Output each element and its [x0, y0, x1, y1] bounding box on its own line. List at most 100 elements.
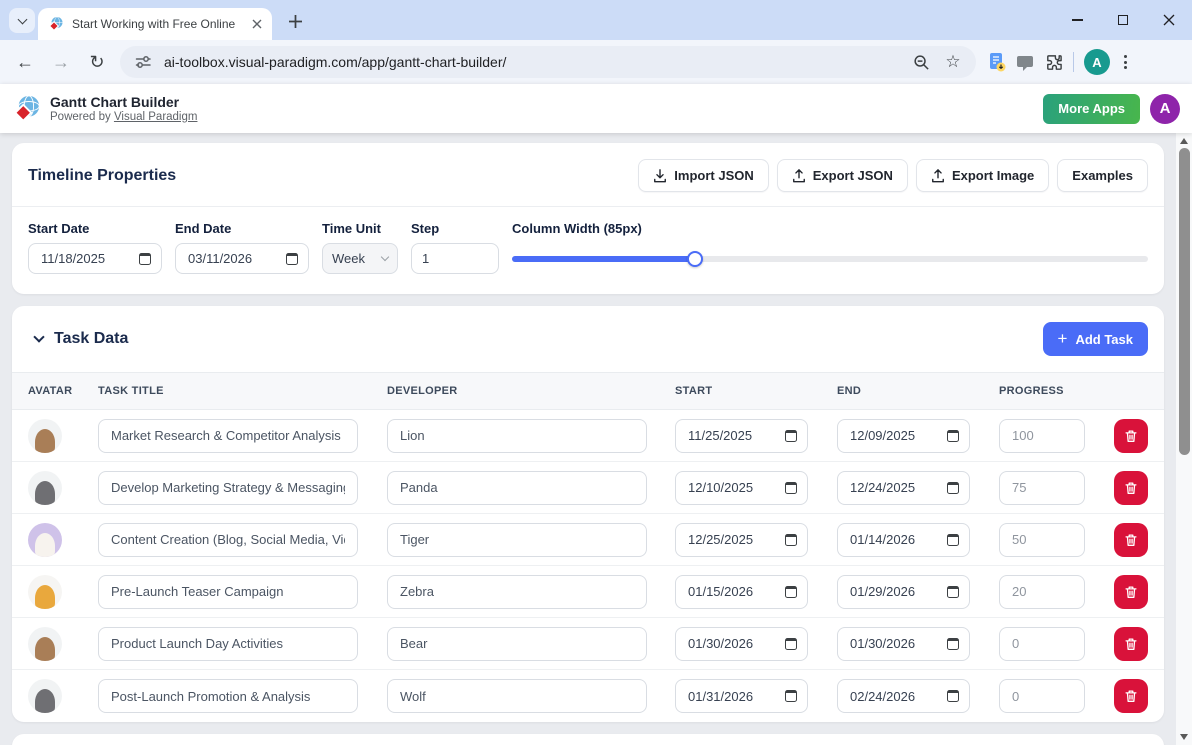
start-date-input[interactable]: 01/15/2026 — [675, 575, 808, 609]
calendar-icon[interactable] — [785, 482, 797, 494]
trash-icon — [1123, 688, 1139, 704]
end-date-input[interactable]: 01/14/2026 — [837, 523, 970, 557]
timeline-start-date-input[interactable]: 11/18/2025 — [28, 243, 162, 274]
calendar-icon[interactable] — [947, 638, 959, 650]
step-input[interactable] — [411, 243, 499, 274]
end-date-input[interactable]: 12/24/2025 — [837, 471, 970, 505]
delete-task-button[interactable] — [1114, 419, 1148, 453]
column-width-slider[interactable] — [512, 243, 1148, 274]
reload-button[interactable]: ↻ — [80, 45, 114, 79]
address-bar[interactable]: ai-toolbox.visual-paradigm.com/app/gantt… — [120, 46, 976, 78]
add-task-button[interactable]: + Add Task — [1043, 322, 1149, 356]
slider-thumb[interactable] — [687, 251, 703, 267]
scrollbar-up-arrow[interactable] — [1180, 138, 1188, 144]
task-avatar — [28, 471, 62, 505]
start-date-input[interactable]: 11/25/2025 — [675, 419, 808, 453]
calendar-icon[interactable] — [947, 586, 959, 598]
zoom-out-icon[interactable] — [910, 54, 932, 71]
import-json-button[interactable]: Import JSON — [638, 159, 768, 192]
calendar-icon[interactable] — [286, 253, 298, 265]
trash-icon — [1123, 584, 1139, 600]
start-date-input[interactable]: 12/25/2025 — [675, 523, 808, 557]
task-title-input[interactable] — [98, 471, 358, 505]
progress-input[interactable] — [999, 679, 1085, 713]
task-title-input[interactable] — [98, 575, 358, 609]
tab-search-button[interactable] — [9, 8, 35, 33]
start-date-value: 01/15/2026 — [688, 584, 785, 599]
start-date-input[interactable]: 01/31/2026 — [675, 679, 808, 713]
end-date-input[interactable]: 01/30/2026 — [837, 627, 970, 661]
calendar-icon[interactable] — [139, 253, 151, 265]
column-header-progress: PROGRESS — [999, 385, 1114, 397]
delete-task-button[interactable] — [1114, 575, 1148, 609]
delete-task-button[interactable] — [1114, 627, 1148, 661]
window-close-button[interactable] — [1146, 0, 1192, 40]
more-apps-button[interactable]: More Apps — [1043, 94, 1140, 124]
timeline-end-date-input[interactable]: 03/11/2026 — [175, 243, 309, 274]
window-minimize-button[interactable] — [1054, 0, 1100, 40]
collapse-section-button[interactable] — [28, 328, 50, 350]
delete-task-button[interactable] — [1114, 523, 1148, 557]
window-maximize-button[interactable] — [1100, 0, 1146, 40]
back-button[interactable]: ← — [8, 45, 42, 79]
task-row: 01/15/2026 01/29/2026 — [12, 566, 1164, 618]
progress-input[interactable] — [999, 575, 1085, 609]
chat-icon[interactable] — [1016, 53, 1034, 71]
forward-button[interactable]: → — [44, 45, 78, 79]
user-avatar[interactable]: A — [1150, 94, 1180, 124]
task-title-input[interactable] — [98, 419, 358, 453]
browser-tab[interactable]: Start Working with Free Online — [38, 8, 272, 40]
visual-paradigm-link[interactable]: Visual Paradigm — [114, 111, 198, 123]
developer-input[interactable] — [387, 575, 647, 609]
task-title-input[interactable] — [98, 679, 358, 713]
calendar-icon[interactable] — [947, 534, 959, 546]
task-title-input[interactable] — [98, 627, 358, 661]
progress-input[interactable] — [999, 627, 1085, 661]
avatar-animal — [35, 585, 55, 609]
timeline-properties-title: Timeline Properties — [28, 167, 176, 185]
calendar-icon[interactable] — [947, 690, 959, 702]
delete-task-button[interactable] — [1114, 679, 1148, 713]
examples-button[interactable]: Examples — [1057, 159, 1148, 192]
developer-input[interactable] — [387, 679, 647, 713]
calendar-icon[interactable] — [785, 690, 797, 702]
end-date-input[interactable]: 01/29/2026 — [837, 575, 970, 609]
browser-toolbar: ← → ↻ ai-toolbox.visual-paradigm.com/app… — [0, 40, 1192, 84]
developer-input[interactable] — [387, 419, 647, 453]
progress-input[interactable] — [999, 471, 1085, 505]
bookmark-star-icon[interactable]: ☆ — [942, 52, 964, 72]
site-settings-icon[interactable] — [132, 54, 154, 70]
scrollbar-down-arrow[interactable] — [1180, 734, 1188, 740]
delete-task-button[interactable] — [1114, 471, 1148, 505]
tab-close-button[interactable] — [252, 19, 262, 29]
developer-input[interactable] — [387, 627, 647, 661]
progress-input[interactable] — [999, 523, 1085, 557]
progress-input[interactable] — [999, 419, 1085, 453]
extensions-puzzle-icon[interactable] — [1044, 53, 1063, 72]
scrollbar-thumb[interactable] — [1179, 148, 1190, 455]
browser-profile-avatar[interactable]: A — [1084, 49, 1110, 75]
examples-label: Examples — [1072, 168, 1133, 183]
end-date-input[interactable]: 12/09/2025 — [837, 419, 970, 453]
calendar-icon[interactable] — [947, 482, 959, 494]
new-tab-button[interactable] — [284, 10, 306, 32]
start-date-input[interactable]: 01/30/2026 — [675, 627, 808, 661]
task-title-input[interactable] — [98, 523, 358, 557]
trash-icon — [1123, 480, 1139, 496]
browser-menu-icon[interactable] — [1120, 51, 1131, 73]
end-date-input[interactable]: 02/24/2026 — [837, 679, 970, 713]
calendar-icon[interactable] — [785, 586, 797, 598]
export-json-button[interactable]: Export JSON — [777, 159, 908, 192]
download-page-icon[interactable] — [988, 52, 1006, 72]
export-image-button[interactable]: Export Image — [916, 159, 1049, 192]
start-date-input[interactable]: 12/10/2025 — [675, 471, 808, 505]
page-scrollbar[interactable] — [1176, 133, 1192, 745]
time-unit-select[interactable]: Week — [322, 243, 398, 274]
calendar-icon[interactable] — [785, 638, 797, 650]
calendar-icon[interactable] — [785, 534, 797, 546]
calendar-icon[interactable] — [785, 430, 797, 442]
task-avatar — [28, 523, 62, 557]
developer-input[interactable] — [387, 471, 647, 505]
developer-input[interactable] — [387, 523, 647, 557]
calendar-icon[interactable] — [947, 430, 959, 442]
